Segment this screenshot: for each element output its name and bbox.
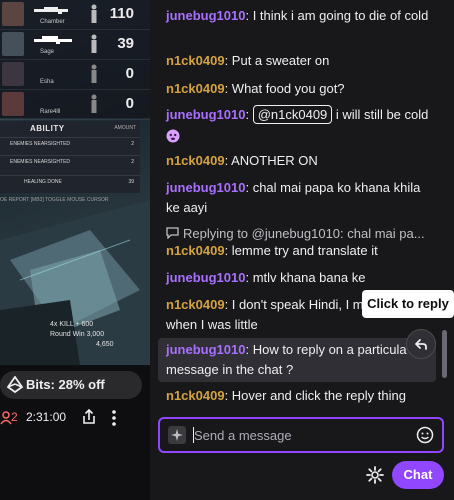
video-player[interactable]: Chamber 110 Sage 39 Esha 0 Rare4lll 0 AB… bbox=[0, 0, 150, 365]
chat-message[interactable]: junebug1010: mtlv khana bana ke bbox=[166, 268, 436, 288]
share-icon[interactable] bbox=[82, 409, 96, 425]
ability-row: HEALING DONE 39 bbox=[0, 175, 140, 188]
chat-username[interactable]: junebug1010 bbox=[166, 342, 245, 357]
chat-message-text: I don't speak Hindi, I m bbox=[231, 297, 364, 312]
reply-button[interactable] bbox=[406, 329, 436, 359]
emote-icon bbox=[166, 129, 180, 143]
send-chat-button[interactable]: Chat bbox=[392, 461, 444, 489]
ability-row-label: HEALING DONE bbox=[24, 179, 62, 185]
chat-scrollbar[interactable] bbox=[442, 330, 447, 378]
chat-username[interactable]: n1ck0409 bbox=[166, 297, 225, 312]
gear-icon[interactable] bbox=[366, 466, 384, 484]
chat-message-text: I think i am going to die of cold bbox=[252, 8, 429, 23]
killfeed-total: 4,650 bbox=[96, 341, 114, 348]
killfeed-kill: 4x KILL + 600 bbox=[50, 321, 94, 328]
ability-panel: ABILITY AMOUNT ENEMIES NEARSIGHTED 2 ENE… bbox=[0, 121, 140, 193]
agent-portrait bbox=[2, 32, 24, 56]
player-name: Chamber bbox=[40, 19, 65, 25]
bits-label: Bits: 28% off bbox=[26, 377, 105, 392]
ability-row: ENEMIES NEARSIGHTED 2 bbox=[0, 137, 140, 150]
armor-icon bbox=[91, 4, 97, 23]
chat-panel: junebug1010: I think i am going to die o… bbox=[150, 0, 454, 500]
chat-message[interactable]: junebug1010: I think i am going to die o… bbox=[166, 6, 436, 26]
ability-title: ABILITY bbox=[30, 124, 65, 133]
emoji-icon[interactable] bbox=[416, 426, 434, 444]
player-score: 0 bbox=[125, 95, 134, 112]
sparkle-icon[interactable] bbox=[168, 426, 186, 444]
chat-username[interactable]: n1ck0409 bbox=[166, 81, 225, 96]
chat-message-text-continued: message in the chat ? bbox=[166, 362, 294, 377]
agent-portrait bbox=[2, 62, 24, 86]
video-panel: Chamber 110 Sage 39 Esha 0 Rare4lll 0 AB… bbox=[0, 0, 150, 500]
chat-bubble-icon bbox=[166, 227, 179, 240]
chat-message-text: lemme try and translate it bbox=[231, 243, 378, 258]
chat-username[interactable]: n1ck0409 bbox=[166, 243, 225, 258]
chat-username[interactable]: junebug1010 bbox=[166, 8, 245, 23]
player-name: Sage bbox=[40, 49, 55, 55]
chat-message-text: ANOTHER ON bbox=[231, 153, 318, 168]
rifle-icon bbox=[34, 36, 72, 44]
ability-row-value: 39 bbox=[128, 179, 134, 185]
ability-row-label: ENEMIES NEARSIGHTED bbox=[10, 159, 71, 165]
ability-row-value: 2 bbox=[131, 159, 134, 165]
player-name: Esha bbox=[40, 79, 54, 85]
chat-message[interactable]: junebug1010: chal mai papa ko khana khil… bbox=[166, 178, 436, 218]
chat-message[interactable]: n1ck0409: lemme try and translate it bbox=[166, 241, 436, 261]
bits-promo-button[interactable]: Bits: 28% off bbox=[0, 371, 142, 399]
chat-input-box[interactable] bbox=[158, 417, 444, 453]
player-score: 39 bbox=[117, 35, 134, 52]
scoreboard-row: Rare4lll 0 bbox=[0, 90, 150, 120]
reply-tooltip: Click to reply bbox=[362, 290, 454, 318]
armor-icon bbox=[91, 94, 97, 113]
chat-message-text: mtlv khana bana ke bbox=[252, 270, 366, 285]
chat-mention[interactable]: @n1ck0409 bbox=[252, 105, 333, 124]
reply-icon bbox=[415, 339, 427, 350]
chat-message-text: Hover and click the reply thing bbox=[231, 388, 406, 403]
chat-input[interactable] bbox=[194, 425, 414, 445]
chat-username[interactable]: junebug1010 bbox=[166, 270, 245, 285]
scoreboard-row: Esha 0 bbox=[0, 60, 150, 90]
bits-icon bbox=[6, 376, 24, 394]
chat-message[interactable]: n1ck0409: Hover and click the reply thin… bbox=[166, 386, 436, 406]
chat-message-text: Put a sweater on bbox=[231, 53, 330, 68]
chat-message[interactable]: n1ck0409: Put a sweater on bbox=[166, 51, 436, 71]
chat-message-text-continued: when I was little bbox=[166, 317, 258, 332]
chat-username[interactable]: n1ck0409 bbox=[166, 53, 225, 68]
agent-portrait bbox=[2, 2, 24, 26]
chat-message-text: How to reply on a particula bbox=[252, 342, 407, 357]
ability-amount-header: AMOUNT bbox=[114, 125, 136, 131]
chat-username[interactable]: junebug1010 bbox=[166, 107, 245, 122]
scoreboard-row: Chamber 110 bbox=[0, 0, 150, 30]
chat-message[interactable]: n1ck0409: ANOTHER ON bbox=[166, 151, 436, 171]
scoreboard: Chamber 110 Sage 39 Esha 0 Rare4lll 0 bbox=[0, 0, 150, 120]
chat-username[interactable]: junebug1010 bbox=[166, 180, 245, 195]
chat-message[interactable]: junebug1010: @n1ck0409 i will still be c… bbox=[166, 105, 436, 145]
scoreboard-row: Sage 39 bbox=[0, 30, 150, 60]
more-options-icon[interactable] bbox=[110, 409, 118, 427]
chat-message[interactable]: junebug1010: How to reply on a particula… bbox=[166, 340, 436, 380]
reply-context-text: Replying to @junebug1010: chal mai pa... bbox=[183, 226, 425, 241]
game-footer-text: OE REPORT [MB3] TOGGLE MOUSE CURSOR bbox=[0, 197, 109, 203]
chat-username[interactable]: n1ck0409 bbox=[166, 153, 225, 168]
chat-username[interactable]: n1ck0409 bbox=[166, 388, 225, 403]
stream-info-bar: 2 2:31:00 bbox=[0, 405, 150, 431]
player-score: 110 bbox=[109, 5, 134, 22]
chat-message[interactable]: n1ck0409: What food you got? bbox=[166, 79, 436, 99]
ability-row-label: ENEMIES NEARSIGHTED bbox=[10, 141, 71, 147]
viewer-count: 2 bbox=[11, 410, 18, 424]
agent-portrait bbox=[2, 92, 24, 116]
ability-row-value: 2 bbox=[131, 141, 134, 147]
armor-icon bbox=[91, 64, 97, 83]
killfeed: 4x KILL + 600 Round Win 3,000 4,650 bbox=[50, 320, 114, 350]
player-score: 0 bbox=[125, 65, 134, 82]
chat-message-text: What food you got? bbox=[231, 81, 345, 96]
armor-icon bbox=[91, 34, 97, 53]
ability-row: ENEMIES NEARSIGHTED 2 bbox=[0, 155, 140, 168]
player-name: Rare4lll bbox=[40, 109, 61, 115]
rifle-icon bbox=[34, 7, 68, 14]
stream-uptime: 2:31:00 bbox=[26, 410, 67, 424]
chat-message-text: i will still be cold bbox=[332, 107, 429, 122]
killfeed-round-win: Round Win 3,000 bbox=[50, 331, 105, 338]
